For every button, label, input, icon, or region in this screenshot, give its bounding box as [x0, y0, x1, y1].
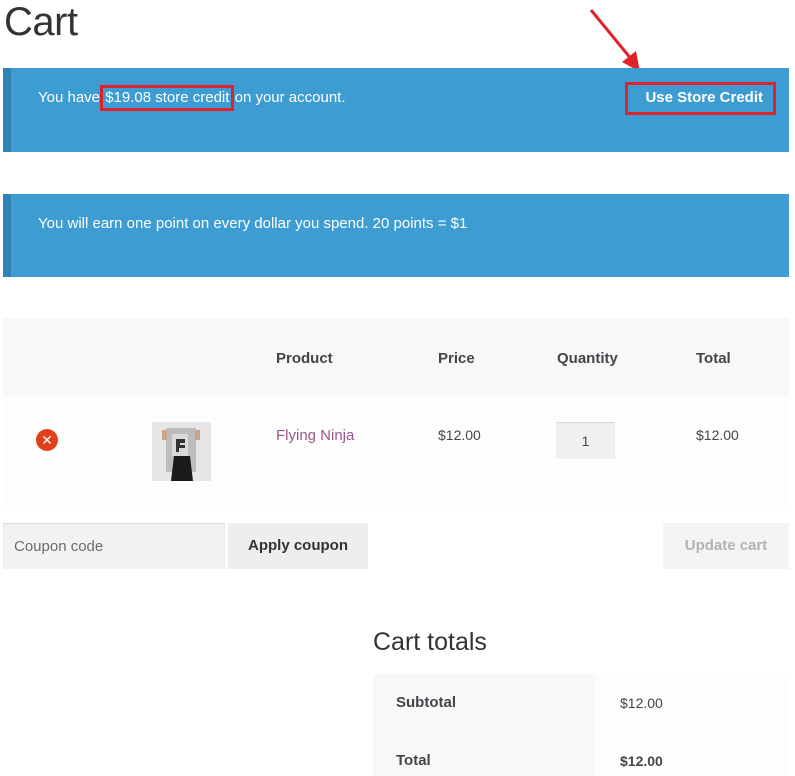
store-credit-notice: You have $19.08 store credit on your acc… [3, 68, 789, 152]
cart-table-header: Product Price Quantity Total [3, 318, 789, 396]
cart-totals-table: Subtotal $12.00 Total $12.00 [373, 674, 789, 776]
quantity-input[interactable] [556, 422, 615, 459]
remove-icon[interactable]: ✕ [36, 429, 58, 451]
header-product: Product [276, 350, 333, 367]
total-value: $12.00 [620, 753, 663, 769]
update-cart-button[interactable]: Update cart [663, 523, 789, 569]
header-total: Total [696, 350, 731, 367]
cart-page: Cart You have $19.08 store credit on you… [0, 0, 795, 776]
product-price: $12.00 [438, 427, 481, 443]
cart-item-row: ✕ Flying Ninja $12.00 $12.00 [3, 396, 789, 506]
page-title: Cart [4, 0, 78, 44]
product-total: $12.00 [696, 427, 739, 443]
subtotal-label: Subtotal [396, 694, 456, 711]
product-thumbnail[interactable] [152, 422, 211, 481]
coupon-code-input[interactable] [3, 523, 225, 569]
total-label: Total [396, 752, 431, 769]
apply-coupon-button[interactable]: Apply coupon [228, 523, 368, 569]
ninja-poster-icon [152, 422, 211, 481]
product-name-link[interactable]: Flying Ninja [276, 427, 354, 444]
store-credit-suffix: on your account. [230, 89, 346, 106]
points-notice: You will earn one point on every dollar … [3, 194, 789, 277]
points-message: You will earn one point on every dollar … [38, 215, 468, 232]
store-credit-amount: $19.08 store credit [100, 85, 235, 111]
store-credit-prefix: You have [38, 89, 105, 106]
store-credit-message: You have $19.08 store credit on your acc… [38, 85, 346, 111]
header-price: Price [438, 350, 475, 367]
cart-totals-title: Cart totals [373, 628, 487, 656]
subtotal-value: $12.00 [620, 695, 663, 711]
subtotal-row: Subtotal $12.00 [373, 674, 789, 732]
header-quantity: Quantity [557, 350, 618, 367]
annotation-arrow-icon [589, 9, 640, 72]
use-store-credit-button[interactable]: Use Store Credit [625, 82, 776, 115]
cart-table: Product Price Quantity Total ✕ Flying Ni… [3, 318, 789, 506]
total-row: Total $12.00 [373, 732, 789, 776]
